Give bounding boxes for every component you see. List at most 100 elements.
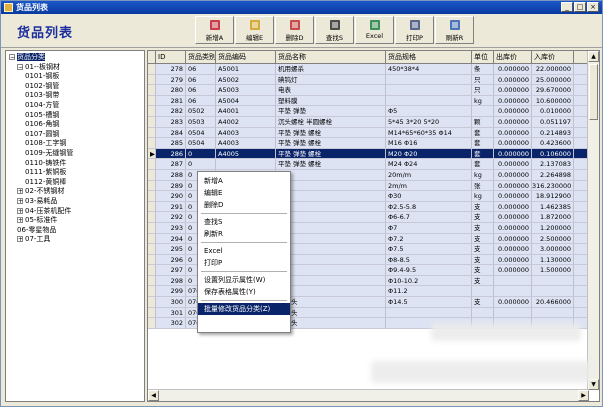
scroll-up-icon[interactable]: ▲ — [588, 51, 599, 62]
expand-icon[interactable]: + — [17, 217, 23, 224]
scroll-thumb[interactable] — [589, 64, 598, 120]
column-header[interactable]: 货品名称 — [276, 51, 386, 63]
category-tree[interactable]: − 货品分类 −01--板钢材 0101-钢板 0102-钢管 0103-钢带 0104-方… — [5, 50, 145, 402]
tree-node[interactable]: 0112-黄铜棒 — [25, 178, 66, 187]
toolbar-button-4[interactable]: Excel — [355, 16, 394, 44]
tree-node-label: 0112-黄铜棒 — [25, 177, 67, 186]
table-cell: 支 — [472, 265, 494, 275]
toolbar-button-5[interactable]: 打印P — [395, 16, 434, 44]
table-cell: M24 Φ24 — [386, 159, 472, 169]
tree-node[interactable]: 0102-钢管 — [25, 82, 59, 91]
table-row[interactable]: 285 0504 A4003 平垫 弹垫 螺栓 M16 Φ16 套 0.000000 0.42… — [148, 138, 588, 149]
context-menu-item[interactable]: 打印P — [198, 257, 290, 269]
tree-node[interactable]: 0110-铸铁件 — [25, 159, 66, 168]
row-indicator — [148, 74, 156, 85]
table-cell — [276, 169, 386, 180]
tree-node[interactable]: +03-易耗品 — [17, 197, 57, 206]
refresh-icon — [449, 19, 461, 31]
toolbar-button-label: 编辑E — [245, 34, 264, 42]
tree-node[interactable]: 0106-角钢 — [25, 120, 59, 129]
scroll-right-icon[interactable]: ▶ — [578, 390, 589, 401]
table-cell: 塑料膜 — [276, 95, 386, 106]
column-header[interactable]: 单位 — [472, 51, 494, 63]
table-cell: 2m/m — [386, 180, 472, 191]
table-row[interactable]: 287 0 平垫 弹垫 螺栓 M24 Φ24 套 0.000000 2.137083 — [148, 159, 588, 170]
close-button[interactable]: × — [587, 2, 599, 12]
tree-node[interactable]: − 货品分类 — [9, 53, 45, 62]
expand-icon[interactable]: + — [17, 198, 23, 205]
tree-node[interactable]: 0103-钢带 — [25, 91, 59, 100]
horizontal-scrollbar[interactable]: ◀ ▶ — [148, 389, 589, 401]
table-row[interactable]: 280 06 A5003 电表 只 0.000000 29.670000 — [148, 85, 588, 96]
table-row[interactable]: 279 06 A5002 碘钨灯 只 0.000000 25.000000 — [148, 74, 588, 86]
table-cell: 2.137083 — [532, 159, 574, 169]
table-cell: M14*65*60*35 Φ14 — [386, 127, 472, 138]
expand-icon[interactable]: + — [17, 236, 23, 243]
toolbar-button-1[interactable]: 编辑E — [235, 16, 274, 44]
table-cell: 06 — [186, 95, 216, 106]
tree-node[interactable]: 06-零星物品 — [17, 226, 56, 235]
toolbar-button-3[interactable]: 查找S — [315, 16, 354, 44]
tree-node[interactable]: +02-不锈钢材 — [17, 187, 64, 196]
column-header[interactable]: 货品编码 — [216, 51, 276, 63]
table-row[interactable]: 284 0504 A4003 平垫 弹垫 螺栓 M14*65*60*35 Φ14 套 0.0… — [148, 127, 588, 139]
toolbar-button-0[interactable]: 新增A — [195, 16, 234, 44]
tree-node[interactable]: +07-工具 — [17, 235, 50, 244]
tree-node[interactable]: +04-压茶机配件 — [17, 207, 71, 216]
table-cell: M16 Φ16 — [386, 138, 472, 148]
table-cell: 2.500000 — [532, 233, 574, 244]
table-row[interactable]: 282 0502 A4001 平垫 弹垫 Φ5 0.000000 0.010000 — [148, 106, 588, 117]
table-cell: 0.010000 — [532, 106, 574, 116]
table-cell: 06 — [186, 74, 216, 85]
tree-node-label: 0111-紫铜板 — [25, 168, 67, 177]
context-menu-item[interactable]: 刷新R — [198, 228, 290, 240]
tree-node[interactable]: 0107-圆钢 — [25, 130, 59, 139]
toolbar-button-2[interactable]: 删除D — [275, 16, 314, 44]
context-menu-item[interactable]: 保存表格属性(Y) — [198, 286, 290, 298]
context-menu-item[interactable]: 新增A — [198, 175, 290, 187]
column-header[interactable]: 出库价 — [494, 51, 532, 63]
maximize-button[interactable]: □ — [574, 2, 586, 12]
tree-node[interactable]: 0111-紫铜板 — [25, 168, 66, 177]
tree-node[interactable]: 0109-无缝钢管 — [25, 149, 73, 158]
table-cell — [276, 244, 386, 254]
table-row[interactable]: 283 0503 A4002 沉头螺栓 半圆螺栓 5*45 3*20 5*20 颗 0.00… — [148, 116, 588, 128]
table-cell: 06 — [186, 85, 216, 95]
table-row[interactable]: ▶ 286 0 A4005 平垫 弹垫 螺栓 M20 Φ20 套 0.000000 0.1060… — [148, 148, 588, 160]
scroll-left-icon[interactable]: ◀ — [148, 390, 159, 401]
collapse-icon[interactable]: − — [17, 63, 23, 70]
table-cell: 锥钻头 — [276, 297, 386, 307]
window-title: 货品列表 — [16, 3, 48, 12]
tree-node[interactable]: −01--板钢材 — [17, 63, 60, 72]
context-menu-item[interactable]: 编辑E — [198, 187, 290, 199]
tree-node[interactable]: 0105-槽钢 — [25, 111, 59, 120]
tree-node[interactable]: 0101-钢板 — [25, 72, 59, 81]
table-cell: 1.872000 — [532, 212, 574, 222]
collapse-icon[interactable]: − — [9, 54, 15, 61]
expand-icon[interactable]: + — [17, 188, 23, 195]
column-header[interactable]: 货品类别 — [186, 51, 216, 63]
tree-node[interactable]: 0104-方管 — [25, 101, 59, 110]
minimize-button[interactable]: _ — [561, 2, 573, 12]
context-menu-item[interactable]: 查找S — [198, 216, 290, 228]
title-bar[interactable]: 货品列表 _ □ × — [1, 1, 602, 14]
column-header[interactable]: 入库价 — [532, 51, 574, 63]
context-menu-item[interactable]: Excel — [198, 245, 290, 257]
context-menu-item[interactable]: 删除D — [198, 199, 290, 211]
table-cell: Φ7 — [386, 222, 472, 233]
tree-node[interactable]: 0108-工字钢 — [25, 139, 66, 148]
table-cell: 279 — [156, 74, 186, 85]
table-cell: 1.130000 — [532, 254, 574, 265]
tree-node[interactable]: +05-标准件 — [17, 216, 57, 225]
context-menu-item[interactable]: 批量修改货品分类(Z) — [198, 303, 290, 315]
column-header[interactable]: ID — [156, 51, 186, 63]
context-menu-item[interactable]: 设置列显示属性(W) — [198, 274, 290, 286]
table-cell: 支 — [472, 212, 494, 222]
column-header[interactable]: 货品规格 — [386, 51, 472, 63]
expand-icon[interactable]: + — [17, 207, 23, 214]
table-row[interactable]: 278 06 A5001 机用螺杀 450*38*4 条 0.000000 22.000000 — [148, 64, 588, 75]
vertical-scrollbar[interactable]: ▲ ▼ — [587, 51, 599, 390]
toolbar-button-6[interactable]: 刷新R — [435, 16, 474, 44]
table-row[interactable]: 281 06 A5004 塑料膜 kg 0.000000 10.600000 — [148, 95, 588, 107]
row-indicator — [148, 64, 156, 74]
